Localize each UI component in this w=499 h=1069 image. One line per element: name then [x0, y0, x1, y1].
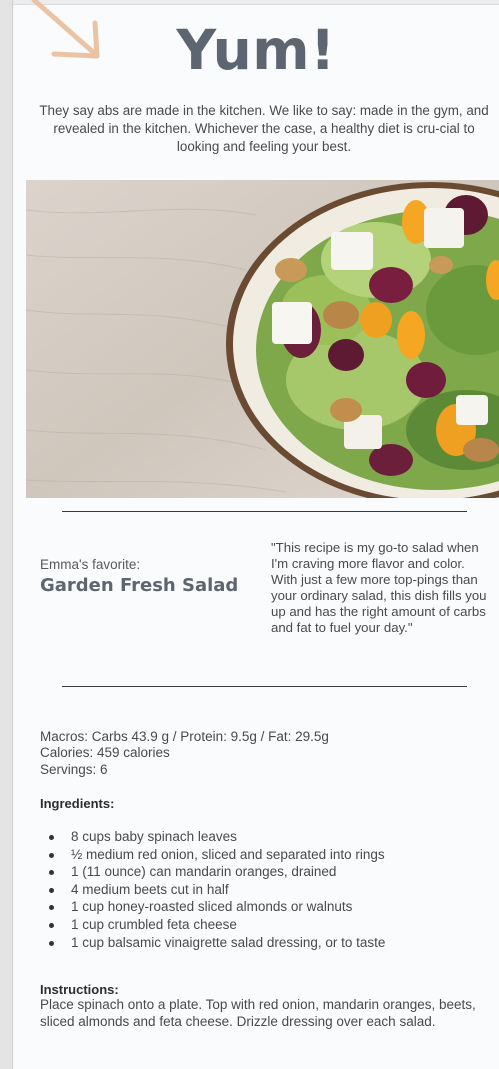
instructions-heading: Instructions:: [40, 982, 119, 997]
page-frame: Yum! They say abs are made in the kitche…: [0, 0, 499, 1069]
recipe-title: Garden Fresh Salad: [40, 575, 239, 596]
salad-illustration: [26, 180, 499, 498]
bullet-icon: [49, 835, 54, 840]
page-title: Yum!: [176, 18, 336, 82]
ingredient-text: 1 cup crumbled feta cheese: [71, 916, 237, 932]
bullet-icon: [49, 940, 54, 946]
left-border: [0, 0, 13, 1069]
list-item: 1 cup honey-roasted sliced almonds or wa…: [40, 898, 385, 916]
list-item: 1 cup balsamic vinaigrette salad dressin…: [40, 934, 385, 952]
list-item: 8 cups baby spinach leaves: [40, 828, 385, 846]
servings-text: Servings: 6: [40, 762, 108, 777]
ingredients-heading: Ingredients:: [40, 796, 115, 811]
recipe-quote: "This recipe is my go-to salad when I'm …: [271, 540, 487, 636]
favorite-label: Emma's favorite:: [40, 557, 141, 572]
ingredient-text: 1 cup balsamic vinaigrette salad dressin…: [71, 934, 386, 950]
ingredients-list: 8 cups baby spinach leaves ½ medium red …: [40, 828, 385, 951]
divider-top: [62, 511, 467, 512]
bullet-icon: [49, 887, 54, 893]
ingredient-text: 8 cups baby spinach leaves: [71, 829, 237, 844]
calories-text: Calories: 459 calories: [40, 745, 170, 760]
list-item: 1 (11 ounce) can mandarin oranges, drain…: [40, 863, 385, 881]
salad-hero-image: [26, 180, 499, 498]
list-item: 4 medium beets cut in half: [40, 881, 385, 899]
divider-bottom: [62, 686, 467, 687]
macros-text: Macros: Carbs 43.9 g / Protein: 9.5g / F…: [40, 729, 329, 744]
bullet-icon: [49, 852, 54, 858]
ingredient-text: 1 (11 ounce) can mandarin oranges, drain…: [71, 864, 337, 880]
intro-text: They say abs are made in the kitchen. We…: [39, 103, 489, 154]
ingredient-text: ½ medium red onion, sliced and separated…: [71, 846, 385, 862]
ingredient-text: 4 medium beets cut in half: [71, 881, 229, 897]
list-item: 1 cup crumbled feta cheese: [40, 916, 385, 934]
bullet-icon: [49, 905, 54, 911]
list-item: ½ medium red onion, sliced and separated…: [40, 846, 385, 864]
instructions-text: Place spinach onto a plate. Top with red…: [40, 997, 476, 1029]
bullet-icon: [49, 870, 54, 876]
bullet-icon: [49, 922, 54, 928]
ingredient-text: 1 cup honey-roasted sliced almonds or wa…: [71, 899, 353, 915]
